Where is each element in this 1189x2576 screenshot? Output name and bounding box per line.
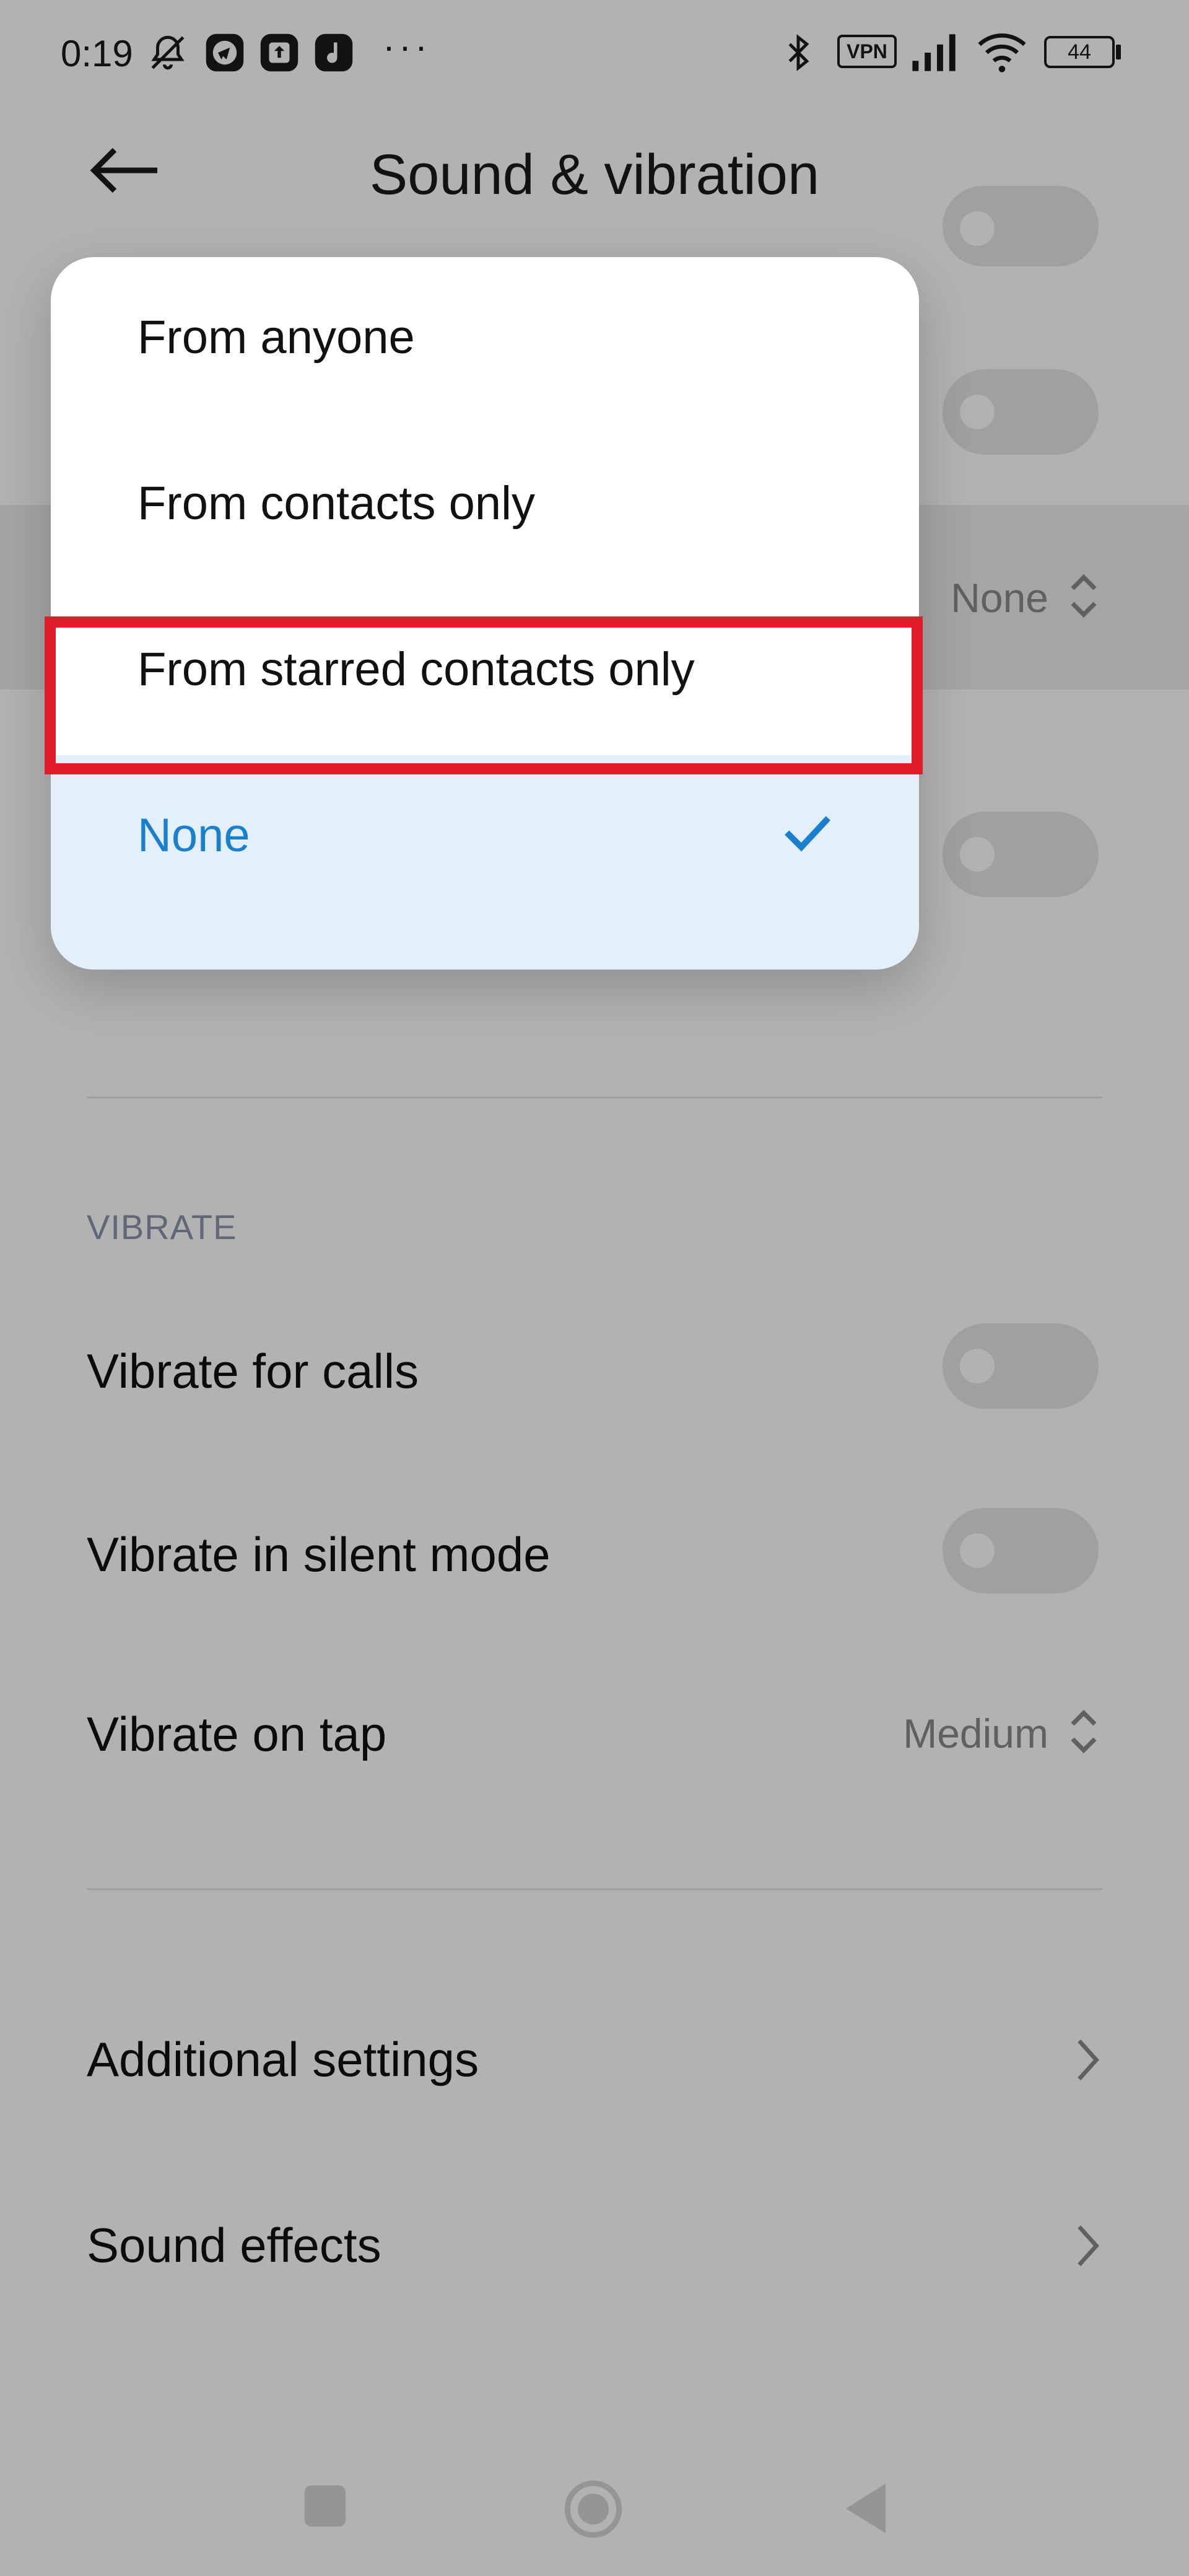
focus-highlight-outline — [45, 616, 923, 774]
option-from-contacts-only[interactable]: From contacts only — [51, 423, 919, 589]
option-label: From contacts only — [137, 477, 535, 530]
dropdown-popup-menu: From anyone From contacts only From star… — [51, 257, 919, 970]
option-from-anyone[interactable]: From anyone — [51, 257, 919, 423]
option-label: From anyone — [137, 311, 415, 364]
option-none-selected[interactable]: None — [51, 755, 919, 970]
option-label: None — [137, 809, 250, 862]
checkmark-icon — [785, 816, 830, 852]
